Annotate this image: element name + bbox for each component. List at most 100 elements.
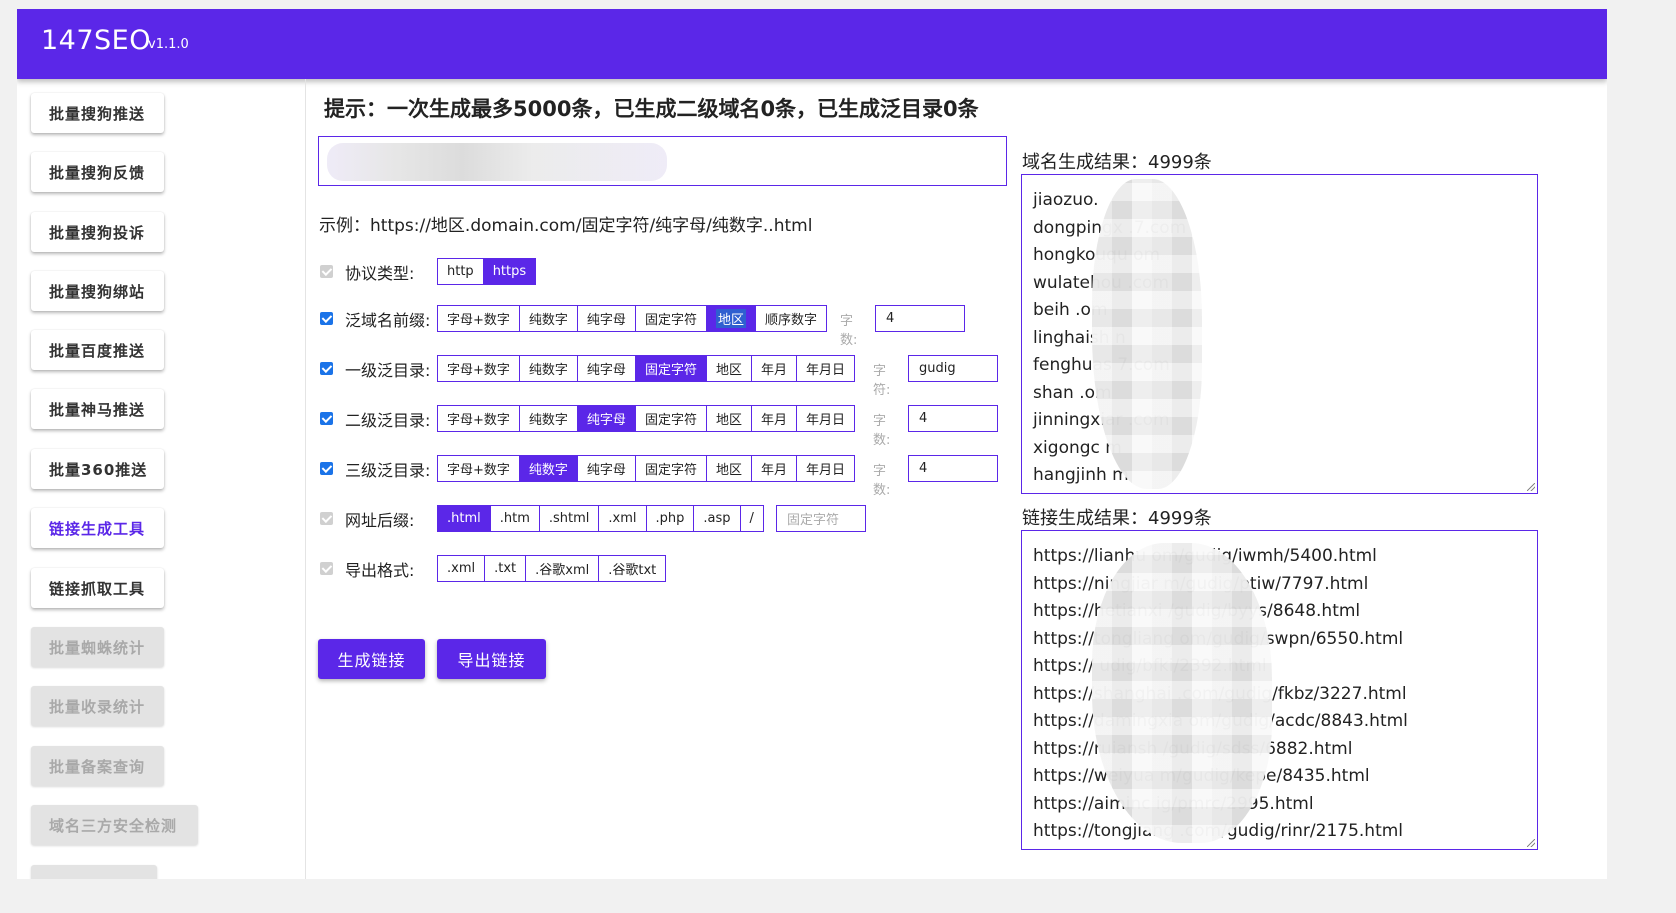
option-slash[interactable]: / bbox=[740, 506, 763, 531]
option-export-google-txt[interactable]: .谷歌txt bbox=[599, 556, 666, 581]
domain-results-textarea[interactable]: jiaozuo. dongpingx .7.com hongkouqu om w… bbox=[1021, 174, 1538, 494]
option-sequence[interactable]: 顺序数字 bbox=[755, 306, 826, 331]
dir1-count-label: 字符: bbox=[873, 364, 891, 398]
redacted-text bbox=[327, 143, 667, 181]
result-line: https://aiminc ig/pmrc/2995.html bbox=[1033, 793, 1314, 814]
option-shtml[interactable]: .shtml bbox=[539, 506, 600, 531]
tip-text: 提示：一次生成最多5000条，已生成二级域名0条，已生成泛目录0条 bbox=[324, 97, 979, 121]
option-year-month[interactable]: 年月 bbox=[751, 456, 797, 481]
option-htm[interactable]: .htm bbox=[490, 506, 540, 531]
app-brand: 147SEO bbox=[41, 25, 151, 56]
sidebar-item-shenma-push[interactable]: 批量神马推送 bbox=[31, 389, 164, 429]
option-digits[interactable]: 纯数字 bbox=[519, 406, 578, 431]
dir1-fixed-input[interactable]: gudig bbox=[908, 355, 998, 382]
sidebar-item-sogou-feedback[interactable]: 批量搜狗反馈 bbox=[31, 152, 164, 192]
option-region[interactable]: 地区 bbox=[706, 406, 752, 431]
sidebar-item-sogou-bind[interactable]: 批量搜狗绑站 bbox=[31, 271, 164, 311]
option-asp[interactable]: .asp bbox=[694, 506, 741, 531]
option-letters[interactable]: 纯字母 bbox=[577, 406, 636, 431]
protocol-checkbox[interactable] bbox=[320, 265, 333, 278]
option-letters[interactable]: 纯字母 bbox=[577, 356, 636, 381]
dir2-options: 字母+数字 纯数字 纯字母 固定字符 地区 年月 年月日 bbox=[437, 405, 855, 432]
dir2-label: 二级泛目录: bbox=[345, 411, 431, 430]
dir3-checkbox[interactable] bbox=[320, 462, 333, 475]
option-alnum[interactable]: 字母+数字 bbox=[438, 406, 520, 431]
sidebar-item-link-crawler[interactable]: 链接抓取工具 bbox=[31, 568, 164, 608]
option-alnum[interactable]: 字母+数字 bbox=[438, 306, 520, 331]
option-alnum[interactable]: 字母+数字 bbox=[438, 356, 520, 381]
dir3-count-input[interactable]: 4 bbox=[908, 455, 998, 482]
prefix-options: 字母+数字 纯数字 纯字母 固定字符 地区 顺序数字 bbox=[437, 305, 827, 332]
redaction-mosaic bbox=[1092, 179, 1202, 489]
option-fixed[interactable]: 固定字符 bbox=[635, 306, 707, 331]
sidebar-item-more[interactable] bbox=[31, 865, 157, 879]
dir3-count-label: 字数: bbox=[873, 464, 891, 498]
option-html[interactable]: .html bbox=[438, 506, 491, 531]
option-year-month[interactable]: 年月 bbox=[751, 406, 797, 431]
protocol-options: http https bbox=[437, 258, 537, 285]
sidebar-item-domain-security[interactable]: 域名三方安全检测 bbox=[31, 805, 198, 845]
dir1-options: 字母+数字 纯数字 纯字母 固定字符 地区 年月 年月日 bbox=[437, 355, 855, 382]
option-letters[interactable]: 纯字母 bbox=[577, 456, 636, 481]
option-alnum[interactable]: 字母+数字 bbox=[438, 456, 520, 481]
option-http[interactable]: http bbox=[438, 259, 484, 284]
suffix-options: .html .htm .shtml .xml .php .asp / bbox=[437, 505, 764, 532]
url-template-input[interactable] bbox=[318, 136, 1007, 186]
option-region[interactable]: 地区 bbox=[706, 356, 752, 381]
dir2-checkbox[interactable] bbox=[320, 412, 333, 425]
export-checkbox[interactable] bbox=[320, 562, 333, 575]
export-options: .xml .txt .谷歌xml .谷歌txt bbox=[437, 555, 667, 582]
resize-grip-icon[interactable] bbox=[1527, 839, 1535, 847]
app-version: v1.1.0 bbox=[148, 37, 189, 52]
dir2-count-input[interactable]: 4 bbox=[908, 405, 998, 432]
option-xml[interactable]: .xml bbox=[599, 506, 647, 531]
result-line: https://lianhu om/gudig/iwmh/5400.html bbox=[1033, 546, 1377, 566]
option-letters[interactable]: 纯字母 bbox=[577, 306, 636, 331]
suffix-fixed-input[interactable]: 固定字符 bbox=[776, 505, 866, 532]
domain-results-title: 域名生成结果：4999条 bbox=[1022, 152, 1212, 173]
option-date[interactable]: 年月日 bbox=[796, 456, 854, 481]
link-results-textarea[interactable]: https://lianhu om/gudig/iwmh/5400.html h… bbox=[1021, 530, 1538, 850]
sidebar-item-sogou-push[interactable]: 批量搜狗推送 bbox=[31, 93, 164, 133]
option-https[interactable]: https bbox=[483, 259, 536, 284]
dir3-options: 字母+数字 纯数字 纯字母 固定字符 地区 年月 年月日 bbox=[437, 455, 855, 482]
generate-links-button[interactable]: 生成链接 bbox=[318, 639, 425, 679]
option-region[interactable]: 地区 bbox=[706, 306, 756, 331]
link-results-title: 链接生成结果：4999条 bbox=[1022, 508, 1212, 529]
suffix-label: 网址后缀: bbox=[345, 511, 415, 530]
option-digits[interactable]: 纯数字 bbox=[519, 456, 578, 481]
option-php[interactable]: .php bbox=[646, 506, 695, 531]
sidebar-item-baidu-push[interactable]: 批量百度推送 bbox=[31, 330, 164, 370]
option-export-xml[interactable]: .xml bbox=[438, 556, 486, 581]
suffix-checkbox[interactable] bbox=[320, 512, 333, 525]
dir1-label: 一级泛目录: bbox=[345, 361, 431, 380]
option-digits[interactable]: 纯数字 bbox=[519, 356, 578, 381]
prefix-checkbox[interactable] bbox=[320, 312, 333, 325]
option-fixed[interactable]: 固定字符 bbox=[635, 356, 707, 381]
option-digits[interactable]: 纯数字 bbox=[519, 306, 578, 331]
prefix-count-label: 字数: bbox=[840, 314, 858, 348]
option-date[interactable]: 年月日 bbox=[796, 406, 854, 431]
option-region[interactable]: 地区 bbox=[706, 456, 752, 481]
option-fixed[interactable]: 固定字符 bbox=[635, 456, 707, 481]
prefix-count-input[interactable]: 4 bbox=[875, 305, 965, 332]
redaction-mosaic bbox=[1092, 543, 1272, 843]
option-export-txt[interactable]: .txt bbox=[485, 556, 527, 581]
sidebar-item-icp-lookup[interactable]: 批量备案查询 bbox=[31, 746, 164, 786]
sidebar-item-sogou-complaint[interactable]: 批量搜狗投诉 bbox=[31, 212, 164, 252]
prefix-label: 泛域名前缀: bbox=[345, 311, 431, 330]
app-window: 147SEO v1.1.0 批量搜狗推送 批量搜狗反馈 批量搜狗投诉 批量搜狗绑… bbox=[17, 9, 1607, 879]
protocol-label: 协议类型: bbox=[345, 264, 415, 283]
export-links-button[interactable]: 导出链接 bbox=[437, 639, 546, 679]
option-fixed[interactable]: 固定字符 bbox=[635, 406, 707, 431]
sidebar-item-index-stats[interactable]: 批量收录统计 bbox=[31, 686, 164, 726]
option-region-label: 地区 bbox=[715, 309, 746, 328]
sidebar-item-360-push[interactable]: 批量360推送 bbox=[31, 449, 164, 489]
option-date[interactable]: 年月日 bbox=[796, 356, 854, 381]
sidebar-item-spider-stats[interactable]: 批量蜘蛛统计 bbox=[31, 627, 164, 667]
dir1-checkbox[interactable] bbox=[320, 362, 333, 375]
option-export-google-xml[interactable]: .谷歌xml bbox=[526, 556, 600, 581]
sidebar-item-link-generator[interactable]: 链接生成工具 bbox=[31, 508, 164, 548]
option-year-month[interactable]: 年月 bbox=[751, 356, 797, 381]
resize-grip-icon[interactable] bbox=[1527, 483, 1535, 491]
